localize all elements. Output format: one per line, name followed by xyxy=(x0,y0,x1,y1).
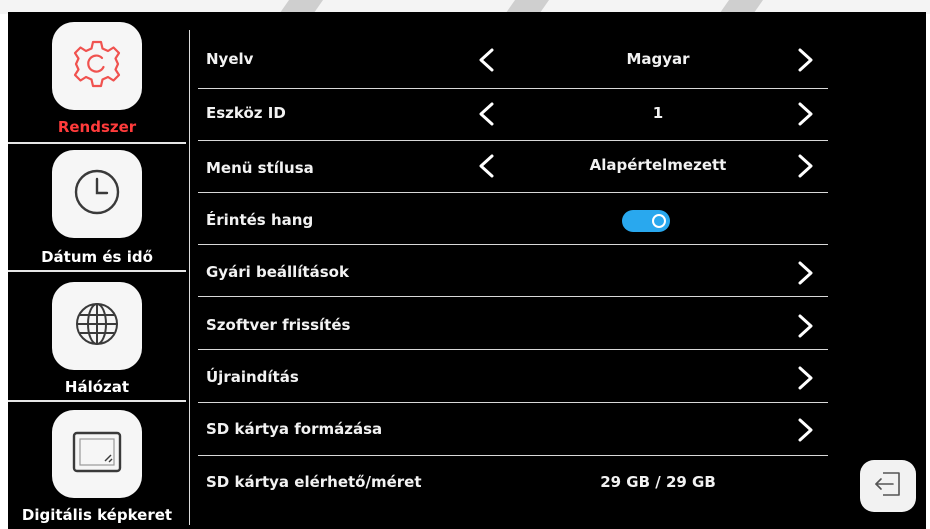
chevron-right-icon[interactable] xyxy=(796,153,816,179)
setting-row-language[interactable]: Nyelv Magyar xyxy=(198,34,828,86)
setting-row-sd-capacity: SD kártya elérhető/méret 29 GB / 29 GB xyxy=(198,457,828,509)
globe-icon xyxy=(69,296,125,356)
setting-label: SD kártya elérhető/méret xyxy=(206,473,422,491)
setting-row-software-update[interactable]: Szoftver frissítés xyxy=(198,298,828,350)
setting-label: SD kártya formázása xyxy=(206,420,383,438)
chevron-left-icon[interactable] xyxy=(476,47,496,73)
sidebar-item-label: Dátum és idő xyxy=(41,248,153,266)
chevron-right-icon[interactable] xyxy=(796,417,816,443)
setting-label: Menü stílusa xyxy=(206,159,314,177)
clock-icon xyxy=(69,164,125,224)
picture-frame-icon xyxy=(67,424,127,484)
setting-value: 1 xyxy=(652,104,664,122)
row-divider xyxy=(198,296,828,297)
setting-row-sd-format[interactable]: SD kártya formázása xyxy=(198,404,828,456)
setting-label: Eszköz ID xyxy=(206,104,286,122)
setting-label: Újraindítás xyxy=(206,368,299,386)
chevron-right-icon[interactable] xyxy=(796,101,816,127)
gear-icon xyxy=(69,36,125,96)
back-arrow-icon xyxy=(871,469,905,503)
device-screen: Rendszer Dátum és idő Hálózat Digitális … xyxy=(8,12,926,529)
row-divider xyxy=(198,349,828,350)
sidebar-item-label: Rendszer xyxy=(57,118,137,136)
setting-value: 29 GB / 29 GB xyxy=(600,473,716,491)
chevron-left-icon[interactable] xyxy=(476,153,496,179)
setting-row-factory-settings[interactable]: Gyári beállítások xyxy=(198,246,828,298)
sidebar-item-label: Hálózat xyxy=(64,378,130,396)
setting-row-device-id[interactable]: Eszköz ID 1 xyxy=(198,90,828,142)
setting-label: Érintés hang xyxy=(206,211,314,229)
sidebar-item-halozat[interactable]: Hálózat xyxy=(8,272,186,399)
setting-label: Nyelv xyxy=(206,50,254,68)
row-divider xyxy=(198,244,828,245)
row-divider xyxy=(198,192,828,193)
setting-label: Gyári beállítások xyxy=(206,263,349,281)
setting-label: Szoftver frissítés xyxy=(206,316,351,334)
sidebar-item-digitalis-kepkeret[interactable]: Digitális képkeret xyxy=(8,402,186,529)
chevron-left-icon[interactable] xyxy=(476,101,496,127)
setting-value: Alapértelmezett xyxy=(589,156,727,174)
chevron-right-icon[interactable] xyxy=(796,260,816,286)
setting-value: Magyar xyxy=(626,50,690,68)
sidebar-tile-datum-es-ido xyxy=(52,150,142,238)
sidebar-tile-halozat xyxy=(52,282,142,370)
sidebar-item-label: Digitális képkeret xyxy=(21,506,173,524)
sidebar-item-rendszer[interactable]: Rendszer xyxy=(8,12,186,139)
setting-row-touch-sound: Érintés hang xyxy=(198,194,828,246)
toggle-knob xyxy=(652,214,666,228)
sidebar-tile-rendszer xyxy=(52,22,142,110)
sidebar-tile-digitalis-kepkeret xyxy=(52,410,142,498)
row-divider xyxy=(198,455,828,456)
back-button[interactable] xyxy=(860,460,916,512)
touch-sound-toggle[interactable] xyxy=(622,210,670,232)
chevron-right-icon[interactable] xyxy=(796,47,816,73)
row-divider xyxy=(198,140,828,141)
setting-row-restart[interactable]: Újraindítás xyxy=(198,351,828,403)
chevron-right-icon[interactable] xyxy=(796,313,816,339)
setting-row-menu-style[interactable]: Menü stílusa Alapértelmezett xyxy=(198,142,828,194)
row-divider xyxy=(198,88,828,89)
chevron-right-icon[interactable] xyxy=(796,365,816,391)
sidebar: Rendszer Dátum és idő Hálózat Digitális … xyxy=(8,12,186,529)
sidebar-item-datum-es-ido[interactable]: Dátum és idő xyxy=(8,144,186,271)
column-divider xyxy=(189,30,190,525)
row-divider xyxy=(198,402,828,403)
